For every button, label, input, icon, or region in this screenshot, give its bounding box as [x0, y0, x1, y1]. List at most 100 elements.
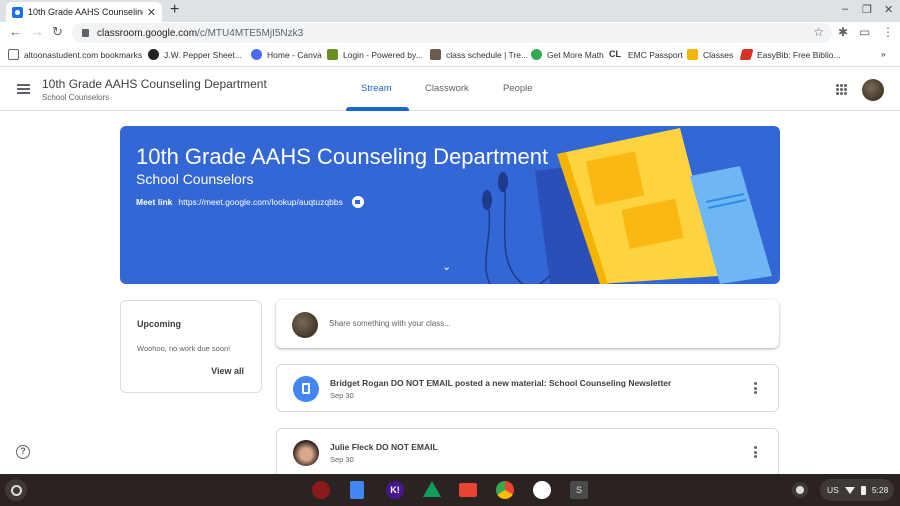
reload-icon[interactable]: ↻ [52, 24, 63, 40]
url-host: classroom.google.com [97, 27, 198, 39]
bookmark-star-icon[interactable]: ☆ [813, 25, 824, 39]
gmail-icon[interactable] [459, 483, 477, 497]
meet-link-label: Meet link [136, 197, 173, 207]
close-tab-icon[interactable]: ✕ [147, 6, 156, 19]
banner-subtitle: School Counselors [136, 171, 254, 187]
bookmark-label: class schedule | Tre... [446, 49, 529, 60]
tab-classwork[interactable]: Classwork [425, 83, 469, 94]
browser-toolbar: ← → ↻ classroom.google.com/c/MTU4MTE5MjI… [0, 22, 900, 44]
os-shelf: K! S US 5:28 [0, 474, 900, 506]
google-drive-icon[interactable] [423, 481, 441, 497]
upcoming-card: Upcoming Woohoo, no work due soon! View … [120, 300, 262, 393]
browser-tab-strip: 10th Grade AAHS Counseling De ✕ + – ❐ ✕ [0, 0, 900, 22]
bookmark-item[interactable]: CL EMC Passport [609, 49, 683, 60]
extensions-icon[interactable]: ✱ [838, 25, 848, 39]
meet-icon[interactable] [351, 196, 364, 208]
restore-icon[interactable]: ❐ [862, 3, 872, 16]
system-tray[interactable]: US 5:28 [820, 479, 894, 501]
chevron-down-icon[interactable]: ⌄ [442, 260, 451, 273]
upcoming-title: Upcoming [137, 319, 181, 329]
class-banner: 10th Grade AAHS Counseling Department Sc… [120, 126, 780, 284]
chrome-icon[interactable] [496, 481, 514, 499]
cast-icon[interactable]: ▭ [859, 25, 870, 39]
window-close-icon[interactable]: ✕ [884, 3, 893, 16]
browser-tab[interactable]: 10th Grade AAHS Counseling De ✕ [6, 2, 162, 22]
bookmark-label: J.W. Pepper Sheet... [164, 49, 242, 60]
play-store-icon[interactable] [533, 481, 551, 499]
s-app-icon[interactable]: S [570, 481, 588, 499]
easybib-icon [739, 49, 754, 60]
author-avatar [293, 440, 319, 466]
more-options-icon[interactable] [754, 382, 757, 394]
back-icon[interactable]: ← [9, 24, 22, 39]
help-icon[interactable]: ? [16, 445, 30, 459]
upcoming-message: Woohoo, no work due soon! [137, 344, 231, 353]
meet-link-row: Meet link https://meet.google.com/lookup… [136, 196, 364, 208]
bookmark-item[interactable]: Classes [687, 49, 733, 60]
accessibility-icon[interactable] [792, 482, 808, 498]
post-date: Sep 30 [330, 455, 354, 464]
material-icon [293, 376, 319, 402]
bookmark-item[interactable]: class schedule | Tre... [430, 49, 528, 60]
bookmark-label: EasyBib: Free Biblio... [757, 49, 841, 60]
meet-link-url[interactable]: https://meet.google.com/lookup/auqtuzqbb… [178, 197, 342, 207]
class-name[interactable]: 10th Grade AAHS Counseling Department [42, 77, 267, 91]
bookmark-item[interactable]: EasyBib: Free Biblio... [739, 49, 841, 60]
profile-app-icon[interactable] [312, 481, 330, 499]
account-avatar[interactable] [862, 79, 884, 101]
url-path: /c/MTU4MTE5MjI5Nzk3 [197, 27, 304, 39]
kahoot-icon[interactable]: K! [386, 481, 404, 499]
new-tab-icon[interactable]: + [170, 1, 179, 19]
bookmark-label: Home - Canva [267, 49, 322, 60]
tab-people[interactable]: People [503, 83, 533, 94]
chrome-menu-icon[interactable]: ⋮ [882, 25, 894, 39]
post-author: Julie Fleck DO NOT EMAIL [330, 442, 438, 452]
address-bar[interactable]: classroom.google.com/c/MTU4MTE5MjI5Nzk3 … [72, 23, 832, 43]
pepper-icon [148, 49, 159, 60]
forward-icon[interactable]: → [31, 24, 44, 39]
bookmark-label: Login - Powered by... [343, 49, 423, 60]
active-tab-indicator [346, 107, 409, 111]
banner-title: 10th Grade AAHS Counseling Department [136, 144, 549, 169]
bookmark-item[interactable]: J.W. Pepper Sheet... [148, 49, 242, 60]
post-title[interactable]: Bridget Rogan DO NOT EMAIL posted a new … [330, 378, 671, 388]
bookmark-item[interactable]: Home - Canva [251, 49, 322, 60]
stream-post[interactable]: Bridget Rogan DO NOT EMAIL posted a new … [276, 364, 779, 412]
share-box[interactable]: Share something with your class... [276, 300, 779, 348]
canva-icon [251, 49, 262, 60]
bookmark-item[interactable]: Get More Math [531, 49, 604, 60]
bookmarks-bar: altoonastudent.com bookmarks J.W. Pepper… [0, 44, 900, 66]
google-docs-icon[interactable] [350, 481, 364, 499]
emc-icon: CL [609, 49, 621, 59]
trello-icon [430, 49, 441, 60]
signal-icon [327, 49, 338, 60]
lock-icon [82, 29, 89, 37]
bookmark-label: Classes [703, 49, 734, 60]
locale-indicator: US [827, 485, 839, 495]
wifi-icon [844, 486, 855, 494]
post-date: Sep 30 [330, 391, 354, 400]
battery-icon [860, 485, 866, 495]
play-icon [531, 49, 542, 60]
clock: 5:28 [871, 485, 889, 495]
bookmark-label: altoonastudent.com bookmarks [24, 49, 143, 60]
classroom-header: 10th Grade AAHS Counseling Department Sc… [0, 66, 900, 111]
classroom-icon [687, 49, 698, 60]
tab-stream[interactable]: Stream [361, 83, 392, 94]
main-menu-icon[interactable] [17, 84, 30, 94]
minimize-icon[interactable]: – [842, 3, 848, 15]
bookmark-label: Get More Math [547, 49, 604, 60]
more-options-icon[interactable] [754, 446, 757, 458]
bookmark-item[interactable]: Login - Powered by... [327, 49, 423, 60]
class-section: School Counselors [42, 93, 110, 102]
user-avatar [292, 312, 318, 338]
folder-icon [8, 49, 19, 60]
share-input-placeholder[interactable]: Share something with your class... [329, 319, 451, 328]
more-bookmarks-button[interactable]: » [881, 49, 886, 59]
bookmark-label: EMC Passport [628, 49, 683, 60]
tab-title: 10th Grade AAHS Counseling De [28, 7, 143, 17]
bookmark-item[interactable]: altoonastudent.com bookmarks [8, 49, 142, 60]
launcher-icon[interactable] [5, 479, 27, 501]
view-all-link[interactable]: View all [211, 366, 244, 376]
google-apps-icon[interactable] [836, 84, 847, 95]
